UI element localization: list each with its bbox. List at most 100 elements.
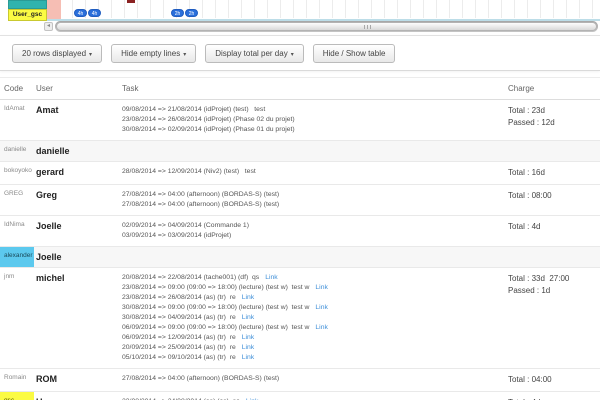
charge-cell bbox=[508, 247, 600, 257]
task-link[interactable]: Link bbox=[265, 274, 277, 281]
table-row: GREGGreg27/08/2014 => 04:00 (afternoon) … bbox=[0, 185, 600, 216]
task-line: 30/08/2014 => 04/09/2014 (as) (tr) re Lin… bbox=[122, 313, 508, 323]
gantt-task-pill[interactable]: 2h bbox=[171, 9, 184, 17]
task-line: 09/08/2014 => 21/08/2014 (idProjet) (tes… bbox=[122, 105, 508, 115]
task-line: 05/10/2014 => 09/10/2014 (as) (tr) reLin… bbox=[122, 353, 508, 363]
toolbar: 20 rows displayed▾ Hide empty lines▾ Displ… bbox=[0, 35, 600, 71]
user-cell: User_gsc bbox=[34, 392, 122, 400]
task-link[interactable]: Link bbox=[242, 344, 254, 351]
caret-down-icon: ▾ bbox=[291, 52, 294, 58]
gantt-column-header-cell bbox=[8, 0, 47, 9]
task-cell bbox=[122, 141, 508, 151]
task-text: 20/09/2014 => 25/09/2014 (as) (tr) re bbox=[122, 344, 236, 351]
charge-cell: Total : 23dPassed : 12d bbox=[508, 100, 600, 134]
task-text: 03/09/2014 => 03/09/2014 (idProjet) bbox=[122, 232, 231, 239]
task-link[interactable]: Link bbox=[242, 334, 254, 341]
toolbar-button-20-rows-displayed[interactable]: 20 rows displayed▾ bbox=[12, 44, 102, 63]
scroll-left-icon: ◂ bbox=[47, 23, 50, 29]
gantt-task-pill[interactable]: 2h bbox=[185, 9, 198, 17]
code-cell: alexander bbox=[0, 247, 34, 267]
table-row: alexanderJoelle bbox=[0, 247, 600, 268]
task-line: 23/08/2014 => 26/08/2014 (idProjet) (Pha… bbox=[122, 115, 508, 125]
charge-cell: Total : 4d bbox=[508, 216, 600, 238]
table-header-row: Code User Task Charge bbox=[0, 78, 600, 100]
toolbar-button-label: Display total per day bbox=[215, 49, 287, 58]
gantt-task-pill[interactable]: 4h bbox=[74, 9, 87, 17]
charge-line: Passed : 1d bbox=[508, 285, 600, 297]
task-cell: 28/08/2014 => 12/09/2014 (Niv2) (test) t… bbox=[122, 162, 508, 182]
task-text: 27/08/2014 => 04:00 (afternoon) (BORDAS-… bbox=[122, 375, 279, 382]
task-text: 06/09/2014 => 09:00 (09:00 => 18:00) (le… bbox=[122, 324, 309, 331]
task-text: 20/08/2014 => 22/08/2014 (tache001) (df)… bbox=[122, 274, 259, 281]
task-link[interactable]: Link bbox=[242, 294, 254, 301]
gantt-pink-cell bbox=[47, 0, 61, 21]
task-line: 02/09/2014 => 04/09/2014 (Commande 1) bbox=[122, 221, 508, 231]
scrollbar-grip-icon bbox=[364, 25, 372, 29]
user-table-body: IdAmatAmat09/08/2014 => 21/08/2014 (idPr… bbox=[0, 100, 600, 400]
table-row: danielledanielle bbox=[0, 141, 600, 162]
caret-down-icon: ▾ bbox=[89, 52, 92, 58]
charge-line: Passed : 12d bbox=[508, 117, 600, 129]
code-cell: gsc bbox=[0, 392, 34, 400]
header-charge: Charge bbox=[508, 78, 600, 99]
code-cell: jnm bbox=[0, 268, 34, 368]
task-line: 27/08/2014 => 04:00 (afternoon) (BORDAS-… bbox=[122, 190, 508, 200]
charge-cell: Total : 08:00 bbox=[508, 185, 600, 207]
task-text: 27/08/2014 => 04:00 (afternoon) (BORDAS-… bbox=[122, 191, 279, 198]
code-cell: bokoyoko bbox=[0, 162, 34, 184]
code-cell: IdAmat bbox=[0, 100, 34, 140]
task-cell: 20/08/2014 => 22/08/2014 (tache001) (df)… bbox=[122, 268, 508, 368]
table-row: RomainROM27/08/2014 => 04:00 (afternoon)… bbox=[0, 369, 600, 392]
user-task-table: Code User Task Charge IdAmatAmat09/08/20… bbox=[0, 77, 600, 400]
charge-cell: Total : 33d 27:00Passed : 1d bbox=[508, 268, 600, 302]
task-link[interactable]: Link bbox=[315, 304, 327, 311]
task-cell bbox=[122, 247, 508, 257]
header-user: User bbox=[34, 78, 122, 99]
task-link[interactable]: Link bbox=[242, 354, 254, 361]
scrollbar-thumb[interactable] bbox=[56, 22, 597, 31]
charge-line: Total : 08:00 bbox=[508, 190, 600, 202]
toolbar-button-label: Hide / Show table bbox=[323, 49, 386, 58]
task-text: 30/08/2014 => 09:00 (09:00 => 18:00) (le… bbox=[122, 304, 309, 311]
task-link[interactable]: Link bbox=[315, 324, 327, 331]
table-row: jnmmichel20/08/2014 => 22/08/2014 (tache… bbox=[0, 268, 600, 369]
table-row: bokoyokogerard28/08/2014 => 12/09/2014 (… bbox=[0, 162, 600, 185]
task-line: 20/08/2014 => 22/08/2014 (tache001) (df)… bbox=[122, 273, 508, 283]
toolbar-button-display-total-per-day[interactable]: Display total per day ▾ bbox=[205, 44, 304, 63]
task-line: 30/08/2014 => 09:00 (09:00 => 18:00) (le… bbox=[122, 303, 508, 313]
charge-line: Total : 16d bbox=[508, 167, 600, 179]
screen: User_gsc 4h 4h 2h 2h ◂ 20 rows displayed… bbox=[0, 0, 600, 400]
user-cell: gerard bbox=[34, 162, 122, 182]
task-line: 06/09/2014 => 12/09/2014 (as) (tr) re Lin… bbox=[122, 333, 508, 343]
task-line: 20/09/2014 => 25/09/2014 (as) (tr) re Lin… bbox=[122, 343, 508, 353]
task-cell: 27/08/2014 => 04:00 (afternoon) (BORDAS-… bbox=[122, 369, 508, 389]
caret-down-icon: ▾ bbox=[183, 52, 186, 58]
task-line: 27/08/2014 => 04:00 (afternoon) (BORDAS-… bbox=[122, 200, 508, 210]
code-cell: GREG bbox=[0, 185, 34, 215]
task-link[interactable]: Link bbox=[315, 284, 327, 291]
scroll-left-button[interactable]: ◂ bbox=[44, 22, 53, 31]
task-text: 30/08/2014 => 04/09/2014 (as) (tr) re bbox=[122, 314, 236, 321]
toolbar-button-hide-empty-lines[interactable]: Hide empty lines▾ bbox=[111, 44, 196, 63]
user-cell: Greg bbox=[34, 185, 122, 205]
horizontal-scrollbar[interactable] bbox=[55, 21, 598, 32]
task-text: 23/08/2014 => 26/08/2014 (idProjet) (Pha… bbox=[122, 116, 295, 123]
gantt-task-pill[interactable]: 4h bbox=[88, 9, 101, 17]
charge-cell bbox=[508, 141, 600, 151]
charge-line: Total : 4d bbox=[508, 221, 600, 233]
toolbar-button-hide-show-table[interactable]: Hide / Show table bbox=[313, 44, 396, 63]
task-line: 28/08/2014 => 12/09/2014 (Niv2) (test) t… bbox=[122, 167, 508, 177]
header-code: Code bbox=[0, 78, 34, 99]
task-text: 30/08/2014 => 02/09/2014 (idProjet) (Pha… bbox=[122, 126, 295, 133]
task-text: 06/09/2014 => 12/09/2014 (as) (tr) re bbox=[122, 334, 236, 341]
gantt-grid-lines bbox=[60, 0, 600, 18]
task-line: 23/08/2014 => 09:00 (09:00 => 18:00) (le… bbox=[122, 283, 508, 293]
task-line: 27/08/2014 => 04:00 (afternoon) (BORDAS-… bbox=[122, 374, 508, 384]
task-line: 30/08/2014 => 02/09/2014 (idProjet) (Pha… bbox=[122, 125, 508, 135]
user-cell: danielle bbox=[34, 141, 122, 161]
task-link[interactable]: Link bbox=[242, 314, 254, 321]
gantt-selected-user-cell[interactable]: User_gsc bbox=[8, 9, 47, 21]
gantt-red-mark bbox=[127, 0, 135, 3]
code-cell: danielle bbox=[0, 141, 34, 161]
charge-line: Total : 33d 27:00 bbox=[508, 273, 600, 285]
